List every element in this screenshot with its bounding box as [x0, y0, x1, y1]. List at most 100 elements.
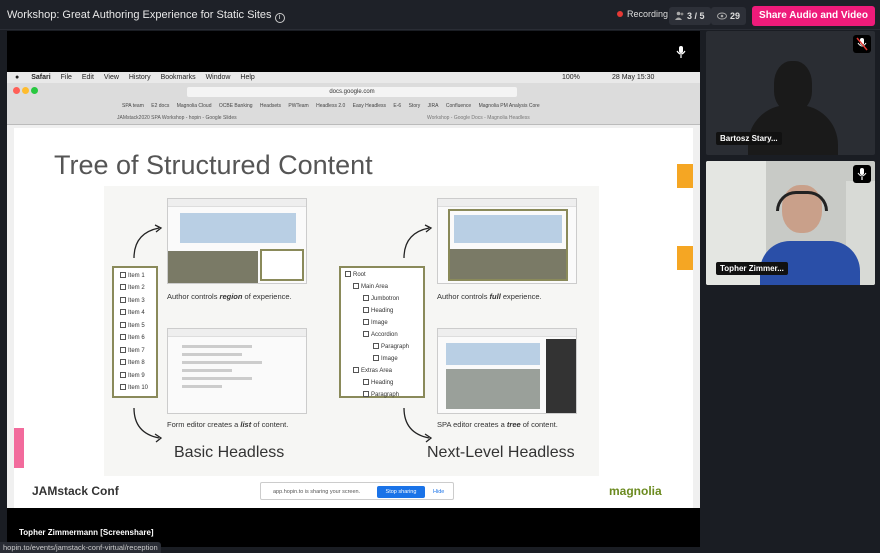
menu-safari[interactable]: Safari	[31, 74, 50, 81]
recording-label: Recording	[627, 9, 669, 19]
spa-tree-editor-thumbnail	[437, 328, 577, 414]
sharing-text: app.hopin.to is sharing your screen.	[273, 489, 361, 495]
heading-basic-headless: Basic Headless	[174, 444, 285, 461]
event-title: Workshop: Great Authoring Experience for…	[7, 9, 285, 23]
minimize-window-icon[interactable]	[22, 87, 29, 94]
bookmark-item[interactable]: Magnolia PM Analysis Core	[479, 103, 540, 109]
decorative-shape	[677, 164, 693, 188]
bookmark-item[interactable]: Confluence	[446, 103, 471, 109]
checkbox-icon	[120, 309, 126, 315]
menu-file[interactable]: File	[61, 74, 72, 81]
tree-node-label: Heading	[371, 308, 394, 314]
bookmark-item[interactable]: Easy Headless	[353, 103, 386, 109]
caption-emphasis: full	[489, 292, 501, 301]
bookmark-item[interactable]: Story	[409, 103, 421, 109]
caption-region: Author controls region of experience.	[167, 292, 292, 301]
tree-node-label: Paragraph	[381, 344, 410, 350]
checkbox-icon	[120, 334, 126, 340]
tree-node: Jumbotron	[363, 295, 399, 302]
region-editor-thumbnail	[167, 198, 307, 284]
list-item-label: Item 10	[128, 385, 149, 391]
browser-tab[interactable]: Workshop - Google Docs - Magnolia Headle…	[427, 115, 530, 121]
mic-icon	[853, 165, 871, 183]
spa-editor-thumbnail	[437, 198, 577, 284]
people-count-badge[interactable]: 3 / 5	[669, 7, 711, 25]
checkbox-icon	[345, 271, 351, 277]
top-bar: Workshop: Great Authoring Experience for…	[0, 0, 880, 30]
viewers-badge[interactable]: 29	[711, 7, 747, 25]
list-item: Item 3	[120, 297, 145, 304]
list-item-label: Item 1	[128, 273, 145, 279]
list-item: Item 10	[120, 384, 148, 391]
share-audio-video-button[interactable]: Share Audio and Video	[752, 6, 875, 26]
caption-text: of experience.	[242, 292, 292, 301]
tree-node-label: Extras Area	[361, 368, 393, 374]
checkbox-icon	[120, 359, 126, 365]
event-title-text: Workshop: Great Authoring Experience for…	[7, 9, 272, 21]
browser-tab-active[interactable]: JAMstack2020 SPA Workshop - hopin - Goog…	[117, 115, 237, 121]
info-icon[interactable]: i	[274, 13, 285, 23]
people-icon	[675, 11, 684, 20]
menu-help[interactable]: Help	[240, 74, 254, 81]
menu-history[interactable]: History	[129, 74, 151, 81]
slide-title: Tree of Structured Content	[54, 150, 373, 180]
list-item-label: Item 6	[128, 335, 145, 341]
list-item-label: Item 4	[128, 310, 145, 316]
checkbox-icon	[363, 307, 369, 313]
caption-text: SPA editor creates a	[437, 420, 507, 429]
decorative-shape	[14, 428, 24, 468]
checkbox-icon	[353, 367, 359, 373]
tree-node: Image	[363, 319, 388, 326]
bookmark-item[interactable]: Headless 2.0	[316, 103, 345, 109]
participant-name: Bartosz Stary...	[716, 132, 782, 145]
caption-text: Form editor creates a	[167, 420, 241, 429]
list-item: Item 8	[120, 359, 145, 366]
bookmark-item[interactable]: Headsets	[260, 103, 281, 109]
maximize-window-icon[interactable]	[31, 87, 38, 94]
menu-edit[interactable]: Edit	[82, 74, 94, 81]
tree-node: Paragraph	[363, 391, 399, 398]
list-item: Item 5	[120, 322, 145, 329]
arrow-down-icon	[133, 407, 163, 443]
menu-window[interactable]: Window	[206, 74, 231, 81]
bookmark-item[interactable]: PWTeam	[288, 103, 308, 109]
stop-sharing-button[interactable]: Stop sharing	[377, 486, 425, 498]
list-item-label: Item 9	[128, 373, 145, 379]
caption-text: of content.	[251, 420, 289, 429]
bookmark-item[interactable]: SPA team	[122, 103, 144, 109]
sidebar-empty-area	[706, 292, 875, 547]
caption-emphasis: region	[219, 292, 243, 301]
tree-node: Paragraph	[373, 343, 409, 350]
arrow-up-icon	[133, 224, 163, 259]
decorative-shape	[677, 246, 693, 270]
microphone-icon[interactable]	[675, 45, 687, 59]
status-url: hopin.to/events/jamstack-conf-virtual/re…	[0, 542, 161, 553]
list-item: Item 7	[120, 347, 145, 354]
participant-tile[interactable]: Topher Zimmer...	[706, 161, 875, 285]
bookmark-item[interactable]: JIRA	[428, 103, 439, 109]
caption-text: Author controls	[167, 292, 220, 301]
menu-view[interactable]: View	[104, 74, 119, 81]
bookmark-item[interactable]: E2 docs	[151, 103, 169, 109]
close-window-icon[interactable]	[13, 87, 20, 94]
shared-screen: ● Safari File Edit View History Bookmark…	[7, 72, 700, 508]
hide-button[interactable]: Hide	[433, 489, 444, 495]
address-bar[interactable]: docs.google.com	[187, 87, 517, 97]
jamstack-logo: JAMstack Conf	[32, 484, 119, 498]
checkbox-icon	[363, 295, 369, 301]
apple-icon[interactable]: ●	[15, 74, 19, 81]
datetime-text: 28 May 15:30	[612, 74, 655, 81]
list-item-label: Item 3	[128, 298, 145, 304]
screen-sharing-bar: app.hopin.to is sharing your screen. Sto…	[260, 482, 454, 500]
bookmark-item[interactable]: Magnolia Cloud	[177, 103, 212, 109]
list-item-label: Item 2	[128, 285, 145, 291]
bookmark-item[interactable]: OCBE Banking	[219, 103, 253, 109]
menu-bookmarks[interactable]: Bookmarks	[161, 74, 196, 81]
checkbox-icon	[120, 347, 126, 353]
battery-text: 100%	[562, 74, 580, 81]
caption-text: Author controls	[437, 292, 490, 301]
checkbox-icon	[373, 355, 379, 361]
participant-tile[interactable]: Bartosz Stary...	[706, 31, 875, 155]
bookmark-item[interactable]: E-6	[393, 103, 401, 109]
participant-name: Topher Zimmer...	[716, 262, 788, 275]
